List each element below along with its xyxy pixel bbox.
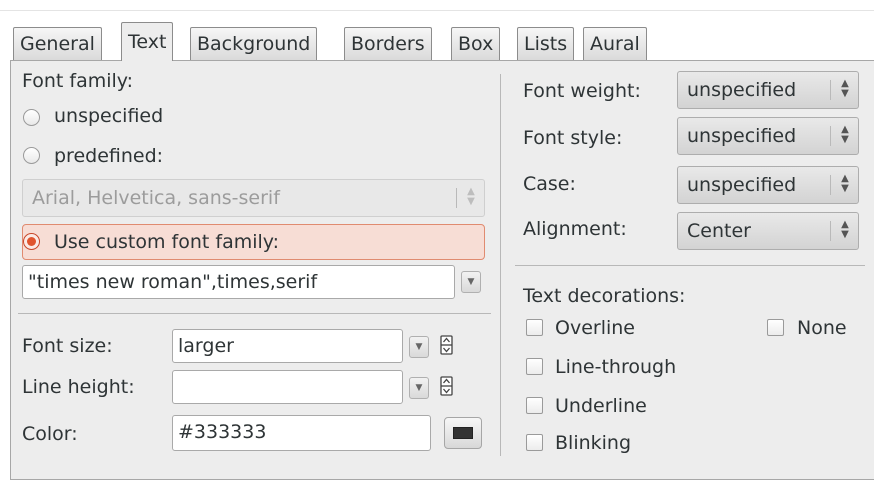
tab-borders[interactable]: Borders (344, 27, 432, 60)
checkbox-line-through[interactable] (526, 358, 543, 375)
updown-arrows-icon: ▲ ▼ (841, 124, 849, 145)
font-style-value: unspecified (687, 125, 797, 147)
alignment-combo[interactable]: Center ▲ ▼ (677, 212, 859, 250)
radio-custom-font-label[interactable]: Use custom font family: (54, 230, 279, 254)
font-size-input[interactable]: larger (172, 329, 403, 363)
line-height-label: Line height: (22, 376, 135, 398)
text-decorations-heading: Text decorations: (523, 285, 686, 307)
alignment-label: Alignment: (523, 218, 627, 240)
spinner-icon[interactable] (440, 376, 453, 396)
font-family-heading: Font family: (22, 70, 134, 92)
checkbox-overline[interactable] (526, 319, 543, 336)
checkbox-none[interactable] (767, 319, 784, 336)
dropdown-arrow-icon[interactable]: ▼ (409, 336, 429, 358)
combo-separator (456, 188, 457, 208)
underline-label[interactable]: Underline (555, 394, 647, 418)
case-combo[interactable]: unspecified ▲ ▼ (677, 166, 859, 204)
font-style-label: Font style: (523, 127, 623, 149)
tab-aural[interactable]: Aural (583, 27, 647, 60)
tab-label: Lists (524, 33, 568, 55)
right-section-divider (515, 265, 865, 266)
font-weight-label: Font weight: (523, 80, 641, 102)
combo-separator (830, 80, 831, 100)
tab-label: Aural (590, 33, 640, 55)
updown-arrows-icon: ▲ ▼ (841, 219, 849, 240)
tab-label: Text (128, 31, 167, 53)
tab-label: General (20, 33, 95, 55)
tab-label: Borders (351, 33, 425, 55)
radio-predefined-label[interactable]: predefined: (54, 144, 163, 168)
spinner-icon[interactable] (440, 335, 453, 355)
updown-arrows-icon: ▲ ▼ (467, 186, 475, 207)
tab-general[interactable]: General (13, 27, 102, 60)
tab-label: Background (197, 33, 311, 55)
tab-lists[interactable]: Lists (517, 27, 575, 60)
alignment-value: Center (687, 220, 751, 242)
radio-predefined[interactable] (23, 147, 40, 164)
font-weight-value: unspecified (687, 79, 797, 101)
dropdown-arrow-icon[interactable]: ▼ (461, 271, 481, 293)
tab-box[interactable]: Box (451, 27, 501, 60)
radio-unspecified[interactable] (23, 109, 40, 126)
case-label: Case: (523, 173, 576, 195)
font-size-label: Font size: (22, 335, 113, 357)
overline-label[interactable]: Overline (555, 316, 635, 340)
font-weight-combo[interactable]: unspecified ▲ ▼ (677, 71, 859, 109)
combo-separator (830, 221, 831, 241)
checkbox-underline[interactable] (526, 397, 543, 414)
top-divider (0, 10, 874, 11)
checkbox-blinking[interactable] (526, 434, 543, 451)
case-value: unspecified (687, 174, 797, 196)
tab-text[interactable]: Text (121, 22, 174, 61)
line-height-input[interactable] (172, 370, 403, 404)
custom-font-input[interactable]: "times new roman",times,serif (22, 265, 455, 299)
radio-custom-font[interactable] (23, 233, 40, 250)
radio-unspecified-label[interactable]: unspecified (54, 104, 163, 128)
updown-arrows-icon: ▲ ▼ (841, 173, 849, 194)
none-label[interactable]: None (797, 316, 847, 340)
tab-label: Box (458, 33, 494, 55)
color-label: Color: (22, 423, 78, 445)
updown-arrows-icon: ▲ ▼ (841, 78, 849, 99)
predefined-font-value: Arial, Helvetica, sans-serif (32, 187, 280, 209)
left-section-divider (18, 313, 491, 314)
color-picker-button[interactable] (444, 417, 482, 449)
line-through-label[interactable]: Line-through (555, 355, 676, 379)
color-swatch (453, 427, 473, 439)
column-divider (500, 74, 501, 456)
combo-separator (830, 175, 831, 195)
font-style-combo[interactable]: unspecified ▲ ▼ (677, 117, 859, 155)
combo-separator (830, 126, 831, 146)
tab-background[interactable]: Background (190, 27, 318, 60)
blinking-label[interactable]: Blinking (555, 431, 631, 455)
dropdown-arrow-icon[interactable]: ▼ (409, 377, 429, 399)
color-input[interactable]: #333333 (172, 415, 431, 451)
predefined-font-combo[interactable]: Arial, Helvetica, sans-serif ▲ ▼ (22, 179, 485, 217)
